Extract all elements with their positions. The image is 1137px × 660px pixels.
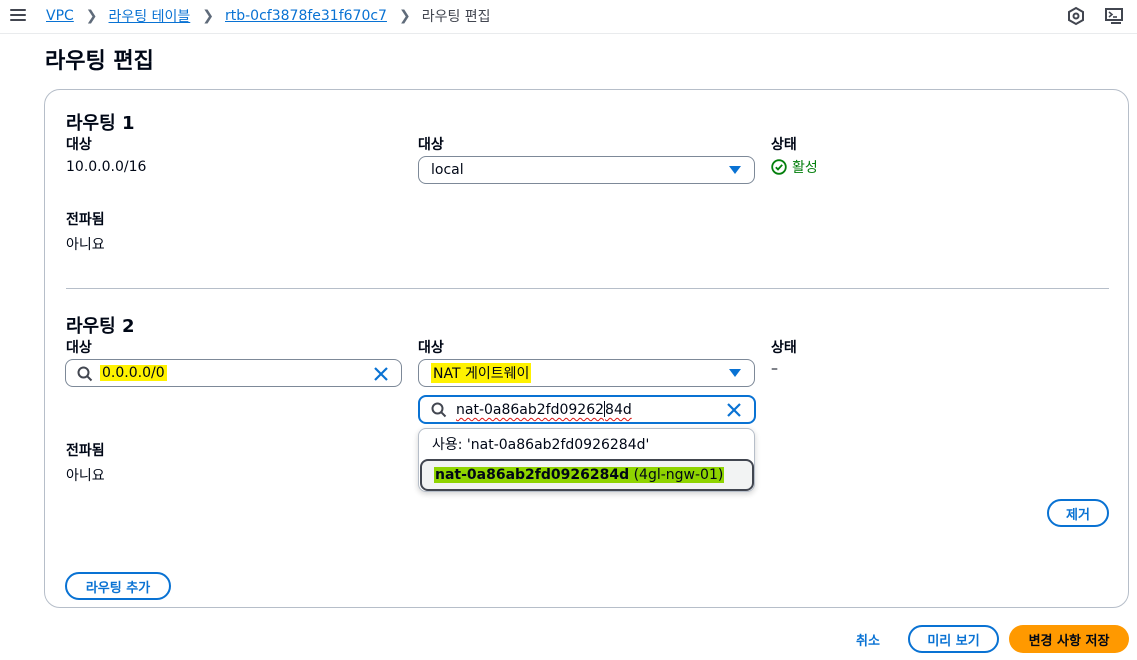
route-1-status-label: 상태 xyxy=(771,137,797,153)
route-2-destination-input[interactable]: 0.0.0.0/0 xyxy=(65,359,402,387)
route-1-destination-label: 대상 xyxy=(66,137,92,153)
route-2-status-label: 상태 xyxy=(771,340,797,356)
remove-route-button[interactable]: 제거 xyxy=(1047,499,1109,527)
route-divider xyxy=(66,288,1109,289)
breadcrumb-route-table-id[interactable]: rtb-0cf3878fe31f670c7 xyxy=(225,8,387,24)
breadcrumb-current: 라우팅 편집 xyxy=(421,9,491,25)
route-2-target-search-value-part2: 84d xyxy=(605,402,632,418)
search-icon xyxy=(77,366,93,382)
route-1-target-select[interactable]: local xyxy=(418,156,755,184)
route-1-status: 활성 xyxy=(771,157,818,177)
page-title: 라우팅 편집 xyxy=(45,49,154,74)
breadcrumb-vpc[interactable]: VPC xyxy=(46,8,74,24)
hexagon-settings-icon[interactable] xyxy=(1066,6,1086,26)
option-nat-name: (4gl-ngw-01) xyxy=(629,467,724,483)
caret-down-icon xyxy=(729,166,741,174)
route-2-status-value: – xyxy=(771,361,778,377)
add-route-button[interactable]: 라우팅 추가 xyxy=(65,572,171,600)
chevron-right-icon: ❯ xyxy=(398,8,411,24)
route-1-destination-value: 10.0.0.0/16 xyxy=(66,159,147,175)
route-2-title: 라우팅 2 xyxy=(66,316,135,337)
route-2-destination-value: 0.0.0.0/0 xyxy=(100,365,167,381)
save-changes-button[interactable]: 변경 사항 저장 xyxy=(1009,625,1129,653)
cloudshell-icon[interactable] xyxy=(1104,6,1124,26)
close-icon[interactable] xyxy=(373,366,389,382)
chevron-right-icon: ❯ xyxy=(202,8,214,24)
menu-icon[interactable] xyxy=(10,7,26,23)
route-1-target-label: 대상 xyxy=(418,137,444,153)
breadcrumb-route-tables[interactable]: 라우팅 테이블 xyxy=(109,6,191,26)
route-2-target-label: 대상 xyxy=(418,340,444,356)
route-2-target-search-value-part1: nat-0a86ab2fd09262 xyxy=(456,402,605,418)
search-icon xyxy=(431,402,447,418)
dropdown-option-nat-gateway[interactable]: nat-0a86ab2fd0926284d (4gl-ngw-01) xyxy=(420,459,754,491)
routes-container: 라우팅 1 대상 10.0.0.0/16 대상 local 상태 활성 전파됨 … xyxy=(44,89,1129,608)
check-circle-icon xyxy=(771,159,787,175)
route-2-target-search-input[interactable]: nat-0a86ab2fd0926284d xyxy=(418,395,756,424)
route-2-propagated-label: 전파됨 xyxy=(66,443,105,459)
breadcrumb: VPC ❯ 라우팅 테이블 ❯ rtb-0cf3878fe31f670c7 ❯ … xyxy=(46,6,491,26)
top-navigation: VPC ❯ 라우팅 테이블 ❯ rtb-0cf3878fe31f670c7 ❯ … xyxy=(0,0,1137,34)
route-1-title: 라우팅 1 xyxy=(66,113,135,134)
cancel-button[interactable]: 취소 xyxy=(856,630,880,649)
preview-button[interactable]: 미리 보기 xyxy=(908,625,999,653)
option-nat-id: nat-0a86ab2fd0926284d xyxy=(435,467,630,483)
route-1-propagated-label: 전파됨 xyxy=(66,212,105,228)
route-2-target-search-value: nat-0a86ab2fd0926284d xyxy=(456,401,632,418)
route-1-propagated-value: 아니요 xyxy=(66,237,105,253)
caret-down-icon xyxy=(729,369,741,377)
route-2-target-value: NAT 게이트웨이 xyxy=(431,363,532,383)
close-icon[interactable] xyxy=(726,402,742,418)
route-2-propagated-value: 아니요 xyxy=(66,468,105,484)
route-2-destination-label: 대상 xyxy=(66,340,92,356)
dropdown-option-use-value[interactable]: 사용: 'nat-0a86ab2fd0926284d' xyxy=(419,429,754,459)
route-2-target-select[interactable]: NAT 게이트웨이 xyxy=(418,359,755,387)
option-match-highlight: nat-0a86ab2fd0926284d (4gl-ngw-01) xyxy=(434,467,725,483)
target-options-dropdown: 사용: 'nat-0a86ab2fd0926284d' nat-0a86ab2f… xyxy=(418,428,755,492)
route-1-target-value: local xyxy=(431,162,464,178)
route-1-status-value: 활성 xyxy=(792,160,818,176)
chevron-right-icon: ❯ xyxy=(85,8,98,24)
